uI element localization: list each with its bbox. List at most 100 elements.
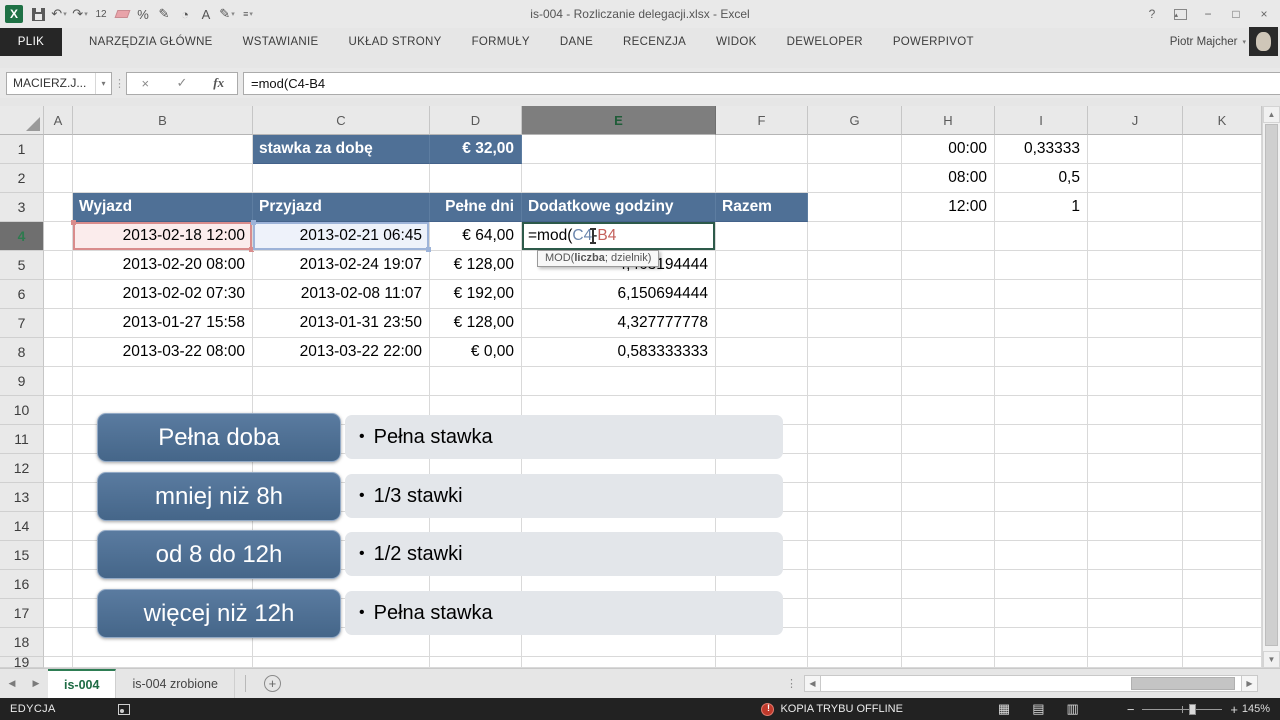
cell[interactable] bbox=[1088, 599, 1183, 628]
column-header-c[interactable]: C bbox=[253, 106, 430, 135]
smartart-bar-pelna-stawka-2[interactable]: •Pełna stawka bbox=[345, 591, 783, 635]
smartart-button-od-8-do-12h[interactable]: od 8 do 12h bbox=[97, 530, 341, 579]
cell[interactable] bbox=[808, 135, 902, 164]
cell[interactable] bbox=[1088, 628, 1183, 657]
range-handle[interactable] bbox=[426, 247, 431, 252]
cell[interactable] bbox=[1088, 425, 1183, 454]
cell[interactable] bbox=[1183, 338, 1262, 367]
cell[interactable] bbox=[808, 367, 902, 396]
cell[interactable] bbox=[808, 454, 902, 483]
cell[interactable] bbox=[253, 367, 430, 396]
maximize-button[interactable]: □ bbox=[1222, 3, 1250, 25]
cell[interactable] bbox=[808, 251, 902, 280]
cell[interactable] bbox=[995, 367, 1088, 396]
cell[interactable] bbox=[1183, 599, 1262, 628]
fill-icon[interactable]: ◔ bbox=[175, 4, 195, 24]
cell[interactable] bbox=[1088, 454, 1183, 483]
name-box[interactable]: MACIERZ.J... ▾ bbox=[6, 72, 112, 95]
row-header-16[interactable]: 16 bbox=[0, 570, 44, 599]
cell[interactable] bbox=[902, 251, 995, 280]
row-header-15[interactable]: 15 bbox=[0, 541, 44, 570]
tab-formulas[interactable]: FORMUŁY bbox=[457, 28, 545, 56]
cell[interactable] bbox=[808, 338, 902, 367]
name-box-dropdown-icon[interactable]: ▾ bbox=[95, 73, 111, 94]
cell[interactable] bbox=[253, 164, 430, 193]
cell[interactable] bbox=[430, 164, 522, 193]
cell[interactable] bbox=[44, 309, 73, 338]
cell[interactable] bbox=[995, 512, 1088, 541]
cell[interactable] bbox=[44, 425, 73, 454]
cell[interactable] bbox=[716, 135, 808, 164]
smartart-bar-1-2-stawki[interactable]: •1/2 stawki bbox=[345, 532, 783, 576]
cell-d5[interactable]: € 128,00 bbox=[430, 251, 522, 280]
cell[interactable] bbox=[44, 541, 73, 570]
percent-style-icon[interactable]: % bbox=[133, 4, 153, 24]
cell[interactable] bbox=[44, 628, 73, 657]
cell[interactable] bbox=[995, 454, 1088, 483]
tab-home[interactable]: NARZĘDZIA GŁÓWNE bbox=[74, 28, 228, 56]
cell-b6[interactable]: 2013-02-02 07:30 bbox=[73, 280, 253, 309]
column-header-a[interactable]: A bbox=[44, 106, 73, 135]
cell-d3-header-pelne-dni[interactable]: Pełne dni bbox=[430, 193, 522, 222]
ribbon-display-button[interactable]: ▴ bbox=[1166, 3, 1194, 25]
cell-b7[interactable]: 2013-01-27 15:58 bbox=[73, 309, 253, 338]
row-header-1[interactable]: 1 bbox=[0, 135, 44, 164]
cell-i2-lookup-value[interactable]: 0,5 bbox=[995, 164, 1088, 193]
cell[interactable] bbox=[1183, 657, 1262, 668]
cell[interactable] bbox=[995, 309, 1088, 338]
column-header-g[interactable]: G bbox=[808, 106, 902, 135]
column-header-k[interactable]: K bbox=[1183, 106, 1262, 135]
cell[interactable] bbox=[902, 454, 995, 483]
cell-e3-header-dodatkowe-godziny[interactable]: Dodatkowe godziny bbox=[522, 193, 716, 222]
cell[interactable] bbox=[808, 512, 902, 541]
cell-d1-stawka-value[interactable]: € 32,00 bbox=[430, 135, 522, 164]
sheet-nav-prev-icon[interactable]: ◀ bbox=[0, 669, 24, 698]
cell-b8[interactable]: 2013-03-22 08:00 bbox=[73, 338, 253, 367]
redo-icon[interactable]: ↷▾ bbox=[70, 4, 90, 24]
zoom-level[interactable]: 145% bbox=[1238, 703, 1280, 715]
column-header-b[interactable]: B bbox=[73, 106, 253, 135]
cell[interactable] bbox=[716, 164, 808, 193]
cell-b4-ref-highlight[interactable]: 2013-02-18 12:00 bbox=[73, 222, 253, 251]
cell[interactable] bbox=[44, 483, 73, 512]
cell-i3-lookup-value[interactable]: 1 bbox=[995, 193, 1088, 222]
column-header-e-selected[interactable]: E bbox=[522, 106, 716, 135]
cell[interactable] bbox=[902, 425, 995, 454]
help-button[interactable]: ? bbox=[1138, 3, 1166, 25]
tab-review[interactable]: RECENZJA bbox=[608, 28, 701, 56]
column-header-i[interactable]: I bbox=[995, 106, 1088, 135]
row-header-14[interactable]: 14 bbox=[0, 512, 44, 541]
cell[interactable] bbox=[808, 396, 902, 425]
cell[interactable] bbox=[430, 657, 522, 668]
cell[interactable] bbox=[1088, 338, 1183, 367]
cell[interactable] bbox=[1183, 512, 1262, 541]
cell[interactable] bbox=[44, 338, 73, 367]
cell[interactable] bbox=[1183, 193, 1262, 222]
cell[interactable] bbox=[995, 628, 1088, 657]
avatar[interactable] bbox=[1249, 27, 1278, 56]
cell[interactable] bbox=[808, 541, 902, 570]
cell[interactable] bbox=[1088, 512, 1183, 541]
cell[interactable] bbox=[716, 338, 808, 367]
cell[interactable] bbox=[716, 367, 808, 396]
cell[interactable] bbox=[995, 222, 1088, 251]
cell-e7[interactable]: 4,327777778 bbox=[522, 309, 716, 338]
row-header-9[interactable]: 9 bbox=[0, 367, 44, 396]
cell[interactable] bbox=[808, 222, 902, 251]
column-header-f[interactable]: F bbox=[716, 106, 808, 135]
smartart-button-pelna-doba[interactable]: Pełna doba bbox=[97, 413, 341, 462]
zoom-slider-track[interactable] bbox=[1142, 709, 1222, 710]
undo-dropdown-icon[interactable]: ▾ bbox=[63, 10, 67, 18]
cell[interactable] bbox=[716, 309, 808, 338]
cell[interactable] bbox=[44, 396, 73, 425]
row-header-18[interactable]: 18 bbox=[0, 628, 44, 657]
cell[interactable] bbox=[995, 251, 1088, 280]
cell-c6[interactable]: 2013-02-08 11:07 bbox=[253, 280, 430, 309]
cell[interactable] bbox=[73, 367, 253, 396]
cell[interactable] bbox=[995, 570, 1088, 599]
cell[interactable] bbox=[73, 164, 253, 193]
cell-e6[interactable]: 6,150694444 bbox=[522, 280, 716, 309]
cell[interactable] bbox=[44, 599, 73, 628]
column-header-h[interactable]: H bbox=[902, 106, 995, 135]
cell[interactable] bbox=[253, 657, 430, 668]
